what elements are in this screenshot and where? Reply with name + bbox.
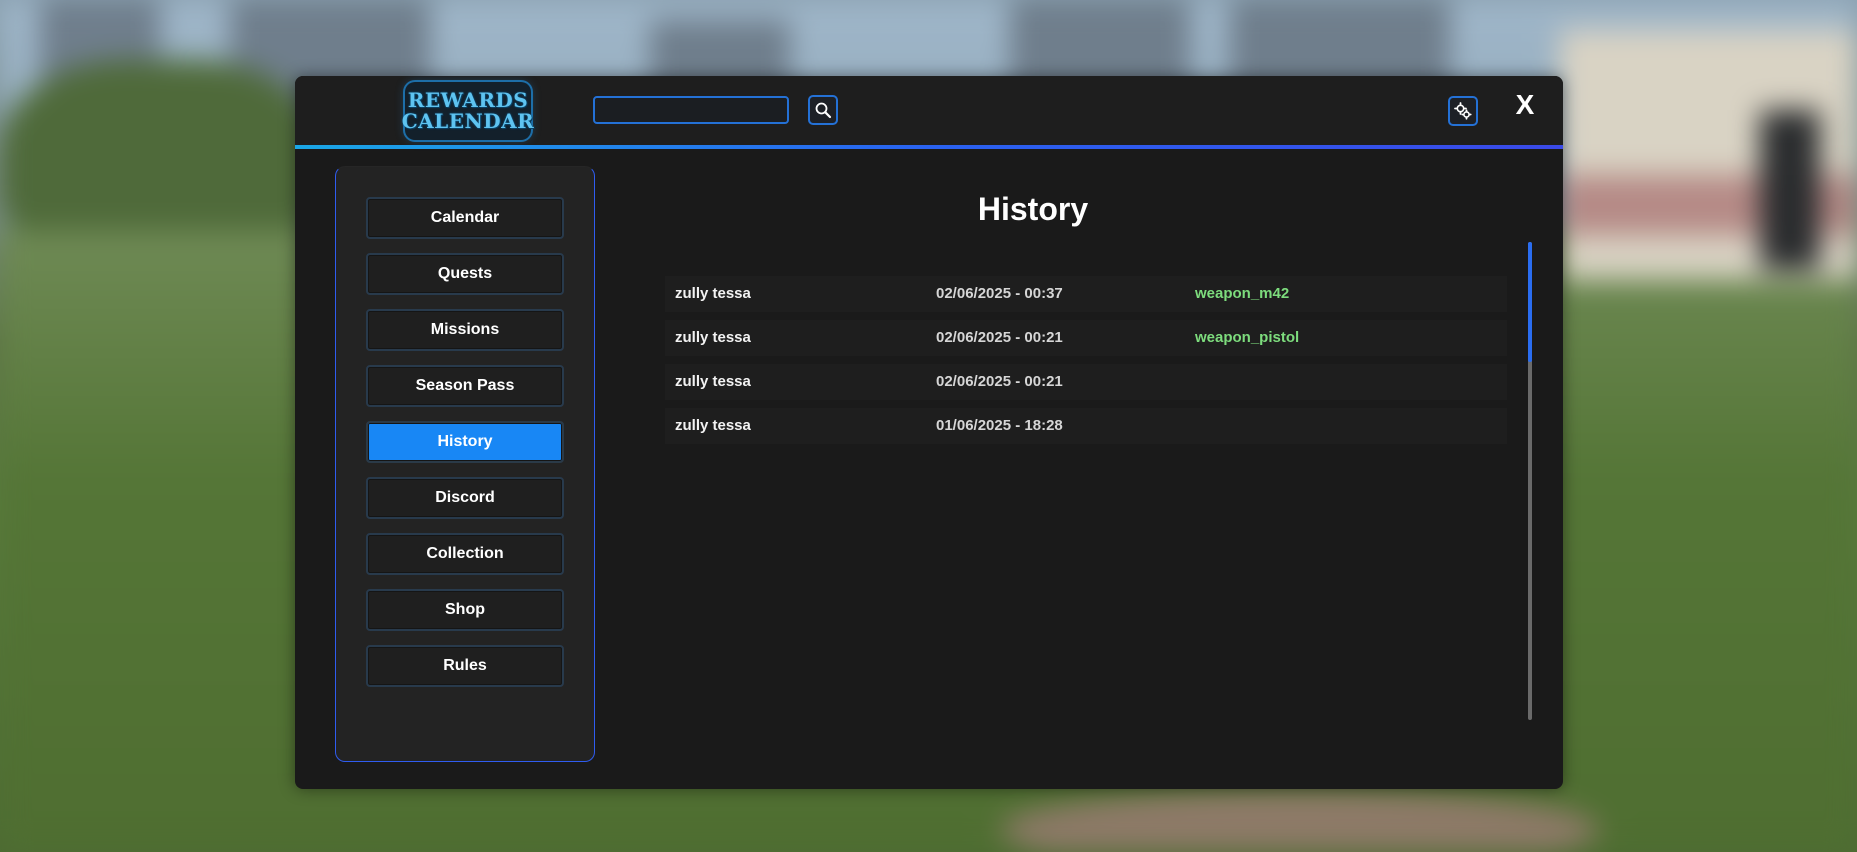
rewards-calendar-logo: REWARDS CALENDAR — [402, 82, 534, 140]
sidebar-item-discord[interactable]: Discord — [366, 477, 564, 519]
sidebar-item-missions[interactable]: Missions — [366, 309, 564, 351]
sidebar-item-quests[interactable]: Quests — [366, 253, 564, 295]
history-date: 02/06/2025 - 00:37 — [936, 285, 1063, 302]
logo-line-1: REWARDS — [407, 88, 529, 112]
search-input[interactable] — [593, 96, 789, 124]
history-item: weapon_pistol — [1195, 329, 1300, 346]
search-icon — [815, 102, 832, 119]
history-item: weapon_m42 — [1195, 285, 1290, 302]
sidebar-item-shop[interactable]: Shop — [366, 589, 564, 631]
sidebar-item-calendar[interactable]: Calendar — [366, 197, 564, 239]
history-row: zully tessa 02/06/2025 - 00:37 weapon_m4… — [665, 276, 1507, 312]
sidebar-item-season-pass[interactable]: Season Pass — [366, 365, 564, 407]
sidebar-item-rules[interactable]: Rules — [366, 645, 564, 687]
history-user: zully tessa — [675, 417, 751, 434]
header-bar: REWARDS CALENDAR X — [295, 76, 1563, 149]
search-button[interactable] — [808, 95, 838, 125]
sidebar-item-history[interactable]: History — [366, 421, 564, 463]
history-date: 02/06/2025 - 00:21 — [936, 329, 1063, 346]
header-divider — [295, 145, 1563, 149]
history-user: zully tessa — [675, 285, 751, 302]
logo-line-2: CALENDAR — [401, 109, 535, 133]
history-user: zully tessa — [675, 329, 751, 346]
gear-icon — [1454, 102, 1472, 120]
history-list: zully tessa 02/06/2025 - 00:37 weapon_m4… — [665, 276, 1507, 452]
history-row: zully tessa 01/06/2025 - 18:28 — [665, 408, 1507, 444]
settings-button[interactable] — [1448, 96, 1478, 126]
history-date: 01/06/2025 - 18:28 — [936, 417, 1063, 434]
history-row: zully tessa 02/06/2025 - 00:21 weapon_pi… — [665, 320, 1507, 356]
page-title: History — [977, 191, 1089, 227]
history-date: 02/06/2025 - 00:21 — [936, 373, 1063, 390]
scrollbar-thumb[interactable] — [1528, 242, 1532, 362]
close-button[interactable]: X — [1512, 90, 1538, 120]
sidebar-item-collection[interactable]: Collection — [366, 533, 564, 575]
sidebar: Calendar Quests Missions Season Pass His… — [335, 166, 595, 762]
rewards-window: REWARDS CALENDAR X Calendar Quests Missi… — [295, 76, 1563, 789]
history-row: zully tessa 02/06/2025 - 00:21 — [665, 364, 1507, 400]
history-user: zully tessa — [675, 373, 751, 390]
